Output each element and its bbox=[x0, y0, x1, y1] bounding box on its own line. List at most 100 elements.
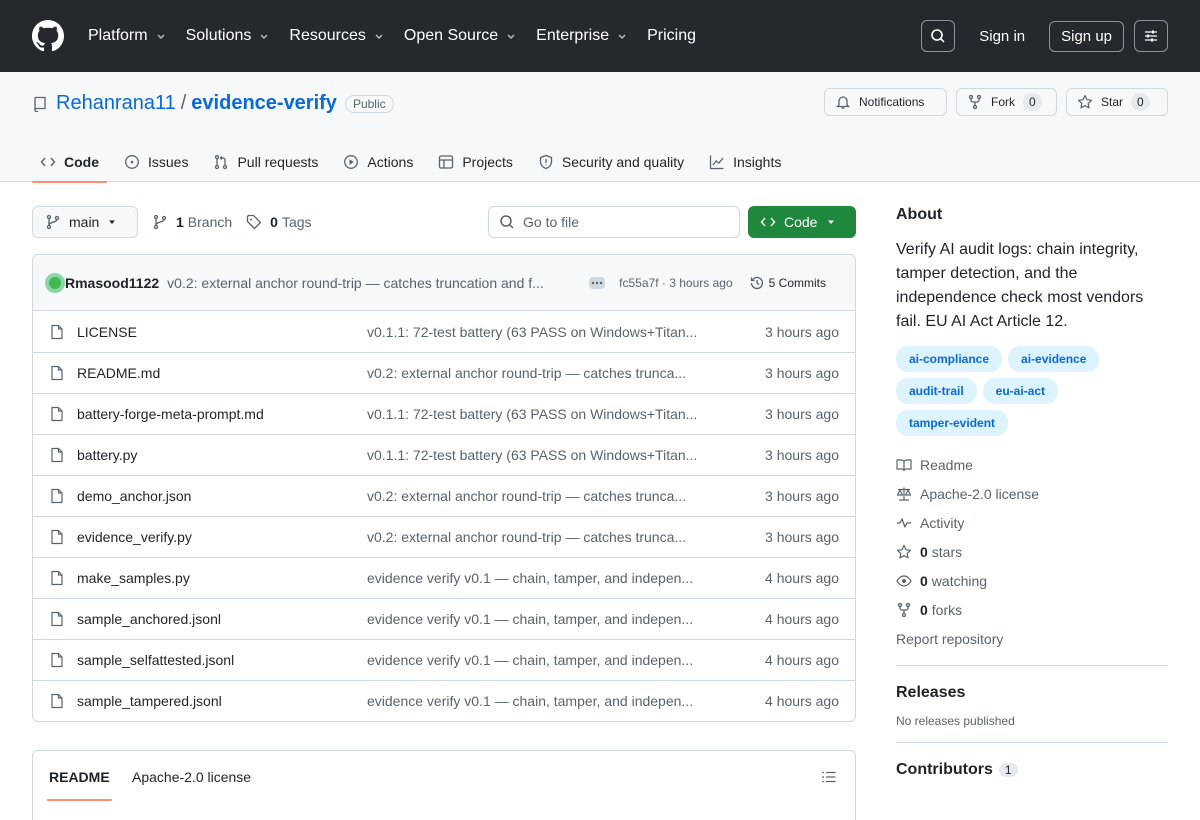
table-row: sample_anchored.jsonl evidence verify v0.… bbox=[33, 598, 855, 639]
nav-solutions[interactable]: Solutions bbox=[186, 27, 270, 45]
tab-actions[interactable]: Actions bbox=[335, 142, 421, 182]
tab-readme[interactable]: README bbox=[47, 769, 112, 801]
chevron-down-icon bbox=[260, 34, 268, 39]
file-commit-age: 3 hours ago bbox=[765, 447, 839, 463]
code-download-button[interactable]: Code bbox=[748, 206, 856, 238]
tags-link[interactable]: 0 Tags bbox=[246, 214, 312, 230]
file-commit-message-link[interactable]: v0.1.1: 72-test battery (63 PASS on Wind… bbox=[367, 406, 707, 422]
sign-in-link[interactable]: Sign in bbox=[979, 28, 1025, 45]
file-name-link[interactable]: sample_selfattested.jsonl bbox=[77, 652, 367, 668]
file-commit-message-link[interactable]: v0.2: external anchor round-trip — catch… bbox=[367, 529, 707, 545]
file-name-link[interactable]: README.md bbox=[77, 365, 367, 381]
tab-pull-requests[interactable]: Pull requests bbox=[205, 142, 326, 182]
releases-heading[interactable]: Releases bbox=[896, 684, 1168, 702]
code-icon bbox=[760, 217, 776, 227]
tab-license[interactable]: Apache-2.0 license bbox=[132, 769, 251, 785]
nav-label: Open Source bbox=[403, 27, 499, 44]
topic-tag[interactable]: eu-ai-act bbox=[982, 378, 1059, 404]
settings-menu-button[interactable] bbox=[1134, 20, 1168, 52]
file-name-link[interactable]: evidence_verify.py bbox=[77, 529, 367, 545]
nav-pricing[interactable]: Pricing bbox=[647, 27, 696, 45]
file-commit-message-link[interactable]: v0.2: external anchor round-trip — catch… bbox=[367, 488, 707, 504]
file-icon bbox=[51, 406, 63, 422]
commits-link[interactable]: 5 Commits bbox=[749, 275, 826, 291]
bell-icon bbox=[835, 96, 851, 109]
tab-insights[interactable]: Insights bbox=[701, 142, 789, 182]
github-logo-icon[interactable] bbox=[32, 20, 64, 52]
file-name-link[interactable]: demo_anchor.json bbox=[77, 488, 367, 504]
tab-security[interactable]: Security and quality bbox=[530, 142, 692, 182]
table-row: sample_tampered.jsonl evidence verify v0.… bbox=[33, 680, 855, 721]
issue-icon bbox=[125, 155, 139, 169]
file-commit-message-link[interactable]: v0.1.1: 72-test battery (63 PASS on Wind… bbox=[367, 324, 707, 340]
repo-name-link[interactable]: evidence-verify bbox=[191, 92, 337, 115]
branches-link[interactable]: 1 Branch bbox=[152, 214, 232, 230]
notifications-button[interactable]: Notifications bbox=[824, 88, 947, 116]
expand-commit-button[interactable] bbox=[589, 276, 606, 289]
nav-open-source[interactable]: Open Source bbox=[404, 27, 516, 45]
file-commit-message-link[interactable]: evidence verify v0.1 — chain, tamper, an… bbox=[367, 611, 707, 627]
nav-enterprise[interactable]: Enterprise bbox=[536, 27, 627, 45]
avatar[interactable] bbox=[45, 272, 65, 293]
report-repository-link[interactable]: Report repository bbox=[896, 624, 1168, 653]
watchers-link[interactable]: 0 watching bbox=[896, 566, 1168, 595]
file-commit-message-link[interactable]: evidence verify v0.1 — chain, tamper, an… bbox=[367, 570, 707, 586]
readme-label: Readme bbox=[920, 456, 973, 473]
stars-link[interactable]: 0 stars bbox=[896, 537, 1168, 566]
topic-tag[interactable]: audit-trail bbox=[896, 378, 977, 404]
star-button[interactable]: Star 0 bbox=[1066, 88, 1168, 116]
file-commit-message-link[interactable]: v0.1.1: 72-test battery (63 PASS on Wind… bbox=[367, 447, 707, 463]
contributors-heading[interactable]: Contributors 1 bbox=[896, 761, 1168, 779]
tab-issues[interactable]: Issues bbox=[116, 142, 196, 182]
code-button-label: Code bbox=[784, 214, 818, 230]
star-label: Star bbox=[1101, 95, 1124, 109]
file-commit-message-link[interactable]: v0.2: external anchor round-trip — catch… bbox=[367, 365, 707, 381]
file-name-link[interactable]: LICENSE bbox=[77, 324, 367, 340]
nav-resources[interactable]: Resources bbox=[289, 27, 383, 45]
file-commit-age: 4 hours ago bbox=[765, 570, 839, 586]
repo-actions: Notifications Fork 0 Star 0 bbox=[824, 88, 1168, 116]
file-commit-message-link[interactable]: evidence verify v0.1 — chain, tamper, an… bbox=[367, 652, 707, 668]
table-row: battery.py v0.1.1: 72-test battery (63 PA… bbox=[33, 434, 855, 475]
commit-sha[interactable]: fc55a7f · 3 hours ago bbox=[619, 276, 732, 290]
file-icon bbox=[51, 570, 63, 586]
license-link[interactable]: Apache-2.0 license bbox=[896, 479, 1168, 508]
tab-code[interactable]: Code bbox=[32, 142, 107, 183]
file-icon bbox=[51, 447, 63, 463]
file-commit-age: 4 hours ago bbox=[765, 693, 839, 709]
contributors-count: 1 bbox=[998, 762, 1018, 777]
go-to-file-input[interactable]: Go to file bbox=[488, 206, 740, 238]
branch-count: 1 bbox=[176, 214, 184, 230]
topic-tag[interactable]: ai-evidence bbox=[1008, 346, 1100, 372]
topic-tag[interactable]: tamper-evident bbox=[896, 410, 1009, 436]
file-name-link[interactable]: sample_tampered.jsonl bbox=[77, 693, 367, 709]
list-icon[interactable] bbox=[821, 769, 837, 785]
file-icon bbox=[51, 611, 63, 627]
file-commit-message-link[interactable]: evidence verify v0.1 — chain, tamper, an… bbox=[367, 693, 707, 709]
separator-dot: · bbox=[661, 275, 666, 290]
file-name-link[interactable]: sample_anchored.jsonl bbox=[77, 611, 367, 627]
nav-platform[interactable]: Platform bbox=[88, 27, 166, 45]
activity-link[interactable]: Activity bbox=[896, 508, 1168, 537]
search-button[interactable] bbox=[921, 20, 956, 52]
forks-link[interactable]: 0 forks bbox=[896, 595, 1168, 624]
global-header: Platform Solutions Resources Open Source… bbox=[0, 0, 1200, 72]
file-commit-age: 3 hours ago bbox=[765, 365, 839, 381]
tab-projects[interactable]: Projects bbox=[430, 142, 521, 182]
topic-tag[interactable]: ai-compliance bbox=[896, 346, 1003, 372]
file-name-link[interactable]: battery-forge-meta-prompt.md bbox=[77, 406, 367, 422]
report-label: Report repository bbox=[896, 630, 1004, 647]
repo-header: Rehanrana11 / evidence-verify Public Not… bbox=[0, 72, 1200, 183]
commit-message[interactable]: v0.2: external anchor round-trip — catch… bbox=[167, 275, 567, 291]
file-name-link[interactable]: battery.py bbox=[77, 447, 367, 463]
readme-link[interactable]: Readme bbox=[896, 450, 1168, 479]
fork-button[interactable]: Fork 0 bbox=[956, 88, 1057, 116]
file-commit-age: 4 hours ago bbox=[765, 611, 839, 627]
sign-up-button[interactable]: Sign up bbox=[1049, 20, 1124, 52]
breadcrumb: Rehanrana11 / evidence-verify Public bbox=[32, 92, 394, 115]
file-name-link[interactable]: make_samples.py bbox=[77, 570, 367, 586]
repo-owner-link[interactable]: Rehanrana11 bbox=[56, 92, 176, 115]
tab-label: Insights bbox=[733, 154, 782, 170]
commit-author[interactable]: Rmasood1122 bbox=[65, 275, 159, 291]
branch-selector[interactable]: main bbox=[32, 206, 138, 238]
